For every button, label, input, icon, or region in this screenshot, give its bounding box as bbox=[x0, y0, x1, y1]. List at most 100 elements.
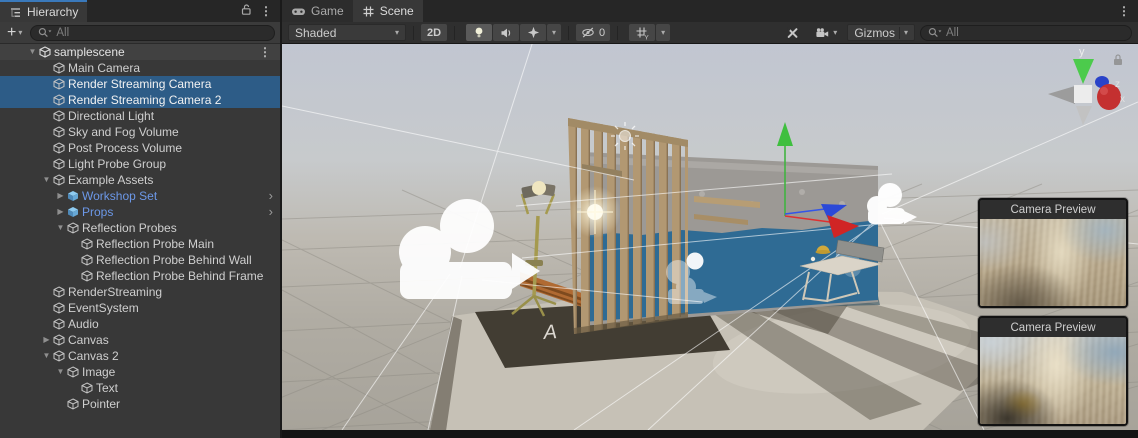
hierarchy-search-input[interactable] bbox=[56, 27, 267, 39]
hierarchy-item-label: Props bbox=[82, 204, 113, 220]
cube-icon bbox=[53, 286, 66, 298]
scene-camera-settings-button[interactable]: ▾ bbox=[810, 24, 842, 41]
camera-preview-image bbox=[980, 337, 1126, 424]
toolbar-separator bbox=[568, 26, 569, 40]
hierarchy-item-label: Canvas 2 bbox=[68, 348, 119, 364]
cube-icon bbox=[53, 318, 66, 330]
cube-icon bbox=[67, 222, 80, 234]
cube-icon bbox=[53, 78, 66, 90]
hierarchy-item-label: Audio bbox=[68, 316, 99, 332]
hierarchy-item-light-probe-group[interactable]: Light Probe Group bbox=[0, 156, 280, 172]
hidden-count-label: 0 bbox=[599, 27, 605, 39]
hierarchy-item-main-camera[interactable]: Main Camera bbox=[0, 60, 280, 76]
hierarchy-item-samplescene[interactable]: ▼samplescene⋮ bbox=[0, 44, 280, 60]
hierarchy-item-text[interactable]: Text bbox=[0, 380, 280, 396]
hierarchy-icon bbox=[9, 6, 22, 19]
scene-tabbar: Game Scene ⋮ bbox=[282, 0, 1138, 22]
hierarchy-item-renderstreaming[interactable]: RenderStreaming bbox=[0, 284, 280, 300]
hierarchy-item-props[interactable]: ▶ Props › bbox=[0, 204, 280, 220]
prefab-icon bbox=[67, 206, 80, 218]
hierarchy-tab-controls: ⋮ bbox=[240, 0, 280, 22]
scene-effects-dropdown[interactable]: ▾ bbox=[547, 24, 561, 41]
hierarchy-item-label: EventSystem bbox=[68, 300, 139, 316]
hierarchy-item-label: Pointer bbox=[82, 396, 120, 412]
expander-arrow[interactable]: ▼ bbox=[54, 364, 67, 380]
hierarchy-item-label: RenderStreaming bbox=[68, 284, 162, 300]
chevron-down-icon: ▾ bbox=[661, 29, 665, 37]
scene-audio-button[interactable] bbox=[493, 24, 519, 41]
hierarchy-item-workshop-set[interactable]: ▶Workshop Set› bbox=[0, 188, 280, 204]
hierarchy-item-canvas[interactable]: ▶Canvas bbox=[0, 332, 280, 348]
speaker-icon bbox=[500, 27, 513, 39]
tab-scene[interactable]: Scene bbox=[353, 0, 423, 22]
hierarchy-item-eventsystem[interactable]: EventSystem bbox=[0, 300, 280, 316]
expander-arrow[interactable]: ▼ bbox=[26, 44, 39, 60]
hierarchy-item-post-process-volume[interactable]: Post Process Volume bbox=[0, 140, 280, 156]
scene-viewport[interactable]: A bbox=[282, 44, 1138, 430]
hierarchy-item-label: Reflection Probes bbox=[82, 220, 177, 236]
lock-icon[interactable] bbox=[240, 3, 252, 19]
prefab-open-chevron-icon[interactable]: › bbox=[269, 189, 273, 203]
tab-game[interactable]: Game bbox=[282, 0, 353, 22]
hierarchy-item-label: Render Streaming Camera 2 bbox=[68, 92, 221, 108]
toggle-2d-button[interactable]: 2D bbox=[421, 24, 447, 41]
hierarchy-item-reflection-probe-behind-frame[interactable]: Reflection Probe Behind Frame bbox=[0, 268, 280, 284]
gizmos-dropdown[interactable]: Gizmos ▾ bbox=[847, 24, 915, 41]
hierarchy-item-sky-and-fog-volume[interactable]: Sky and Fog Volume bbox=[0, 124, 280, 140]
draw-mode-label: Shaded bbox=[295, 26, 336, 40]
hierarchy-toolbar: + ▾ bbox=[0, 22, 280, 44]
custom-tools-button[interactable] bbox=[779, 24, 805, 41]
kebab-menu-icon[interactable]: ⋮ bbox=[259, 45, 271, 59]
hierarchy-item-render-streaming-camera[interactable]: Render Streaming Camera bbox=[0, 76, 280, 92]
scene-effects-button[interactable] bbox=[520, 24, 546, 41]
cube-icon bbox=[81, 382, 94, 394]
hierarchy-item-audio[interactable]: Audio bbox=[0, 316, 280, 332]
scene-search-input[interactable] bbox=[946, 27, 1124, 39]
chevron-down-icon: ▾ bbox=[552, 29, 556, 37]
expander-arrow[interactable]: ▼ bbox=[40, 348, 53, 364]
hierarchy-item-reflection-probe-main[interactable]: Reflection Probe Main bbox=[0, 236, 280, 252]
hierarchy-item-render-streaming-camera-2[interactable]: Render Streaming Camera 2 bbox=[0, 92, 280, 108]
toolbar-separator bbox=[617, 26, 618, 40]
hierarchy-item-image[interactable]: ▼Image bbox=[0, 364, 280, 380]
expander-arrow[interactable]: ▼ bbox=[54, 220, 67, 236]
scene-lighting-button[interactable] bbox=[466, 24, 492, 41]
scene-toolbar: Shaded ▾ 2D ▾ bbox=[282, 22, 1138, 44]
axis-x-label: x bbox=[1120, 94, 1125, 105]
grid-axis-icon: Y bbox=[635, 26, 649, 40]
hierarchy-search[interactable] bbox=[30, 25, 275, 41]
scene-grid-button[interactable]: Y bbox=[629, 24, 655, 41]
cube-icon bbox=[81, 270, 94, 282]
expander-arrow[interactable]: ▶ bbox=[40, 332, 53, 348]
game-tab-label: Game bbox=[311, 4, 344, 18]
hierarchy-item-reflection-probes[interactable]: ▼ Reflection Probes bbox=[0, 220, 280, 236]
floor-mat-label: A bbox=[542, 321, 558, 344]
draw-mode-dropdown[interactable]: Shaded ▾ bbox=[288, 24, 406, 41]
expander-arrow[interactable]: ▶ bbox=[54, 188, 67, 204]
tab-hierarchy[interactable]: Hierarchy bbox=[0, 0, 87, 22]
expander-arrow[interactable]: ▶ bbox=[54, 204, 67, 220]
hierarchy-item-canvas-2[interactable]: ▼ Canvas 2 bbox=[0, 348, 280, 364]
camera-icon bbox=[815, 27, 830, 39]
hierarchy-item-pointer[interactable]: Pointer bbox=[0, 396, 280, 412]
scene-search[interactable] bbox=[920, 25, 1132, 41]
prefab-open-chevron-icon[interactable]: › bbox=[269, 205, 273, 219]
scene-menu-icon[interactable]: ⋮ bbox=[1118, 5, 1130, 17]
light-probe-sphere[interactable] bbox=[687, 253, 704, 270]
hierarchy-item-reflection-probe-behind-wall[interactable]: Reflection Probe Behind Wall bbox=[0, 252, 280, 268]
tools-icon bbox=[785, 26, 800, 40]
hierarchy-menu-icon[interactable]: ⋮ bbox=[260, 5, 272, 17]
scene-visibility-button[interactable]: 0 bbox=[576, 24, 610, 41]
scene-grid-dropdown[interactable]: ▾ bbox=[656, 24, 670, 41]
hierarchy-item-example-assets[interactable]: ▼Example Assets bbox=[0, 172, 280, 188]
chevron-down-icon: ▾ bbox=[904, 29, 908, 37]
hierarchy-item-label: Directional Light bbox=[68, 108, 154, 124]
scene-panel: Game Scene ⋮ Shaded ▾ 2D bbox=[282, 0, 1138, 438]
cube-icon bbox=[53, 350, 66, 362]
hierarchy-item-directional-light[interactable]: Directional Light bbox=[0, 108, 280, 124]
camera-preview-2: Camera Preview bbox=[978, 316, 1128, 426]
expander-arrow[interactable]: ▼ bbox=[40, 172, 53, 188]
hierarchy-item-label: Light Probe Group bbox=[68, 156, 166, 172]
add-gameobject-button[interactable]: + ▾ bbox=[5, 26, 24, 40]
chevron-down-icon: ▾ bbox=[833, 29, 837, 37]
